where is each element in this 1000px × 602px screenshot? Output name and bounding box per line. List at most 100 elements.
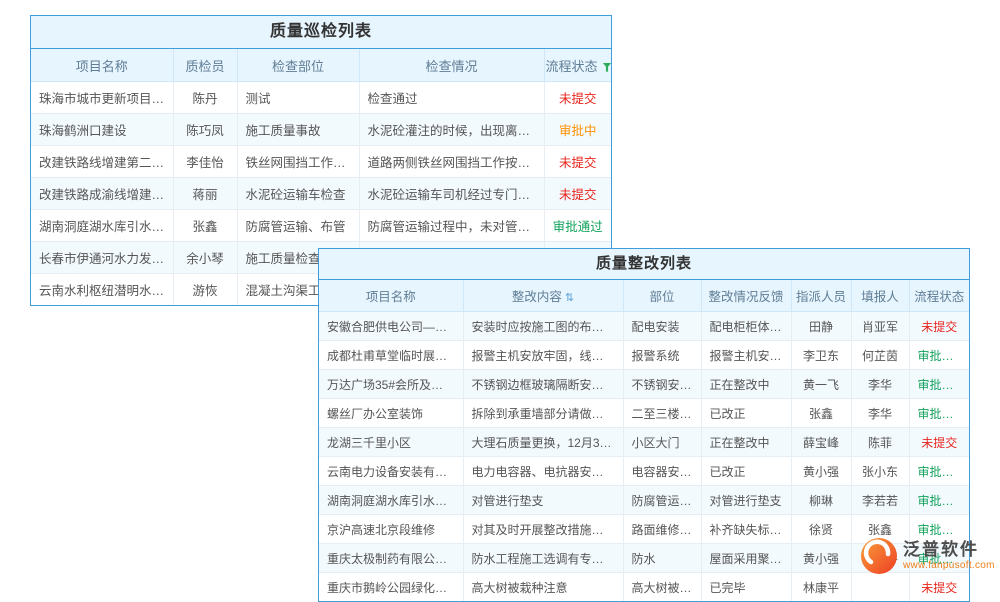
cell-project[interactable]: 重庆太极制药有限公司亳州中... — [319, 544, 463, 573]
cell-project[interactable]: 珠海市城市更新项目紫... — [31, 82, 173, 114]
column-header-label: 流程状态 — [914, 290, 964, 304]
header-row: 项目名称 整改内容⇅ 部位 整改情况反馈 指派人员 填报人 流程状态 — [319, 280, 969, 312]
table-row: 珠海鹤洲口建设陈巧凤施工质量事故水泥砼灌注的时候，出现离析现象审批中 — [31, 114, 611, 146]
cell-reporter[interactable]: 李若若 — [851, 486, 909, 515]
column-header-situation: 检查情况 — [359, 49, 544, 82]
cell-content: 不锈钢边框玻璃隔断安装不牢... — [463, 370, 623, 399]
table-row: 改建铁路成渝线增建第...蒋丽水泥砼运输车检查水泥砼运输车司机经过专门培训...… — [31, 178, 611, 210]
cell-feedback: 补齐缺失标志... — [701, 515, 791, 544]
cell-project[interactable]: 成都杜甫草堂临时展厅独立展... — [319, 341, 463, 370]
cell-assignee[interactable]: 柳琳 — [791, 486, 851, 515]
cell-project[interactable]: 京沪高速北京段维修 — [319, 515, 463, 544]
column-header-label: 检查部位 — [272, 59, 324, 74]
cell-project[interactable]: 云南水利枢纽潜明水库... — [31, 274, 173, 306]
cell-part: 防腐管运输、布管 — [237, 210, 359, 242]
inspection-list-title: 质量巡检列表 — [31, 16, 611, 49]
cell-project[interactable]: 安徽合肥供电公司—配电设备... — [319, 312, 463, 341]
cell-assignee[interactable]: 林康平 — [791, 573, 851, 602]
cell-assignee[interactable]: 田静 — [791, 312, 851, 341]
column-header-label: 检查情况 — [425, 59, 477, 74]
cell-content: 拆除到承重墙部分请做好加固... — [463, 399, 623, 428]
cell-reporter[interactable]: 李华 — [851, 399, 909, 428]
cell-part: 电容器安装... — [623, 457, 701, 486]
table-row: 重庆市鹅岭公园绿化景观提升...高大树被栽种注意高大树被栽种已完毕林康平未提交 — [319, 573, 969, 602]
cell-reporter[interactable]: 肖亚军 — [851, 312, 909, 341]
cell-part: 报警系统 — [623, 341, 701, 370]
column-header-label: 项目名称 — [366, 290, 416, 304]
cell-status: 未提交 — [544, 146, 611, 178]
cell-content: 电力电容器、电抗器安装方案... — [463, 457, 623, 486]
cell-situation: 水泥砼运输车司机经过专门培训... — [359, 178, 544, 210]
cell-inspector: 陈丹 — [173, 82, 237, 114]
cell-assignee[interactable]: 黄小强 — [791, 457, 851, 486]
filter-icon[interactable] — [603, 63, 611, 72]
cell-reporter[interactable] — [851, 573, 909, 602]
table-row: 珠海市城市更新项目紫...陈丹测试检查通过未提交 — [31, 82, 611, 114]
cell-project[interactable]: 云南电力设备安装有限公司20... — [319, 457, 463, 486]
cell-project[interactable]: 长春市伊通河水力发电... — [31, 242, 173, 274]
cell-feedback: 报警主机安放... — [701, 341, 791, 370]
cell-status: 审批通过 — [909, 486, 969, 515]
column-header-status[interactable]: 流程状态 — [544, 49, 611, 82]
table-row: 云南电力设备安装有限公司20...电力电容器、电抗器安装方案...电容器安装..… — [319, 457, 969, 486]
cell-inspector: 余小琴 — [173, 242, 237, 274]
cell-project[interactable]: 改建铁路成渝线增建第... — [31, 178, 173, 210]
cell-project[interactable]: 螺丝厂办公室装饰 — [319, 399, 463, 428]
rectification-list-title: 质量整改列表 — [319, 249, 969, 280]
cell-assignee[interactable]: 张鑫 — [791, 399, 851, 428]
cell-reporter[interactable]: 何芷茵 — [851, 341, 909, 370]
column-header-label: 整改内容 — [512, 290, 562, 304]
cell-project[interactable]: 湖南洞庭湖水库引水工... — [31, 210, 173, 242]
cell-project[interactable]: 改建铁路线增建第二线... — [31, 146, 173, 178]
table-row: 万达广场35#会所及咖啡厅空...不锈钢边框玻璃隔断安装不牢...不锈钢安装..… — [319, 370, 969, 399]
cell-assignee[interactable]: 薛宝峰 — [791, 428, 851, 457]
cell-project[interactable]: 重庆市鹅岭公园绿化景观提升... — [319, 573, 463, 602]
cell-assignee[interactable]: 黄一飞 — [791, 370, 851, 399]
column-header-part: 部位 — [623, 280, 701, 312]
cell-reporter[interactable]: 李华 — [851, 370, 909, 399]
cell-feedback: 已改正 — [701, 399, 791, 428]
table-row: 龙湖三千里小区大理石质量更换，12月31日之...小区大门正在整改中薛宝峰陈菲未… — [319, 428, 969, 457]
cell-project[interactable]: 万达广场35#会所及咖啡厅空... — [319, 370, 463, 399]
cell-reporter[interactable]: 陈菲 — [851, 428, 909, 457]
brand-name: 泛普软件 — [903, 540, 995, 560]
cell-part: 配电安装 — [623, 312, 701, 341]
cell-project[interactable]: 龙湖三千里小区 — [319, 428, 463, 457]
cell-part: 路面维修检... — [623, 515, 701, 544]
cell-part: 高大树被栽种 — [623, 573, 701, 602]
brand-logo: 泛普软件 www.fanpusoft.com — [860, 537, 995, 575]
cell-status: 未提交 — [544, 178, 611, 210]
table-row: 螺丝厂办公室装饰拆除到承重墙部分请做好加固...二至三楼混...已改正张鑫李华审… — [319, 399, 969, 428]
cell-assignee[interactable]: 徐贤 — [791, 515, 851, 544]
cell-content: 防水工程施工选调有专业资质... — [463, 544, 623, 573]
column-header-project: 项目名称 — [31, 49, 173, 82]
column-header-assignee: 指派人员 — [791, 280, 851, 312]
cell-situation: 检查通过 — [359, 82, 544, 114]
cell-status: 审批通过 — [909, 457, 969, 486]
column-header-label: 流程状态 — [546, 59, 598, 74]
cell-assignee[interactable]: 黄小强 — [791, 544, 851, 573]
cell-inspector: 李佳怡 — [173, 146, 237, 178]
cell-feedback: 配电柜柜体与... — [701, 312, 791, 341]
cell-part: 测试 — [237, 82, 359, 114]
cell-content: 安装时应按施工图的布置，将... — [463, 312, 623, 341]
cell-status: 审批通过 — [909, 341, 969, 370]
cell-reporter[interactable]: 张小东 — [851, 457, 909, 486]
cell-part: 施工质量事故 — [237, 114, 359, 146]
cell-situation: 道路两侧铁丝网围挡工作按设计... — [359, 146, 544, 178]
cell-feedback: 对管进行垫支 — [701, 486, 791, 515]
cell-feedback: 正在整改中 — [701, 428, 791, 457]
cell-assignee[interactable]: 李卫东 — [791, 341, 851, 370]
column-header-content[interactable]: 整改内容⇅ — [463, 280, 623, 312]
cell-feedback: 已改正 — [701, 457, 791, 486]
cell-project[interactable]: 湖南洞庭湖水库引水工程施工... — [319, 486, 463, 515]
cell-status: 未提交 — [909, 428, 969, 457]
table-row: 湖南洞庭湖水库引水工程施工...对管进行垫支防腐管运输...对管进行垫支柳琳李若… — [319, 486, 969, 515]
cell-part: 不锈钢安装... — [623, 370, 701, 399]
cell-part: 水泥砼运输车检查 — [237, 178, 359, 210]
cell-content: 对管进行垫支 — [463, 486, 623, 515]
sort-icon[interactable]: ⇅ — [565, 291, 574, 304]
header-row: 项目名称 质检员 检查部位 检查情况 流程状态 — [31, 49, 611, 82]
brand-url: www.fanpusoft.com — [903, 560, 995, 572]
cell-project[interactable]: 珠海鹤洲口建设 — [31, 114, 173, 146]
